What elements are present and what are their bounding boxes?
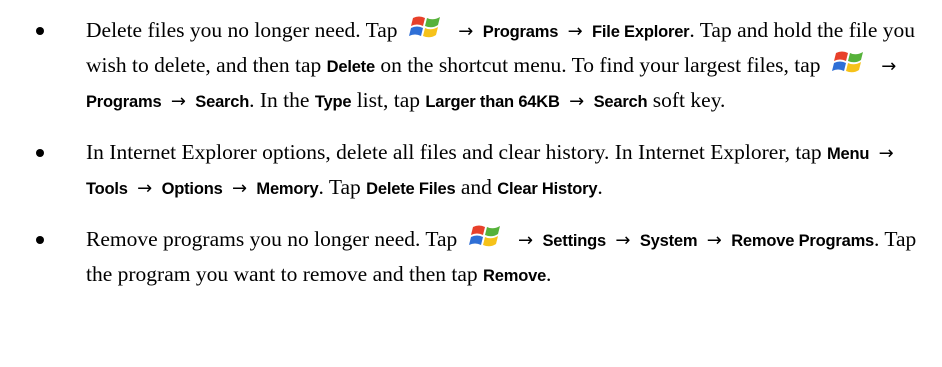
ui-term-remove-programs: Remove Programs bbox=[731, 232, 875, 250]
ui-term-file-explorer: File Explorer bbox=[592, 23, 690, 41]
ui-term-delete: Delete bbox=[326, 58, 376, 76]
bullet-item-internet-explorer: In Internet Explorer options, delete all… bbox=[0, 136, 942, 206]
ui-term-menu: Menu bbox=[827, 145, 870, 163]
ui-term-delete-files: Delete Files bbox=[366, 180, 456, 198]
ui-term-system: System bbox=[639, 232, 698, 250]
arrow-icon: → bbox=[458, 21, 474, 42]
arrow-icon: → bbox=[231, 178, 248, 199]
arrow-icon: → bbox=[567, 21, 583, 42]
text-segment: soft key. bbox=[652, 88, 726, 112]
arrow-icon: → bbox=[170, 91, 186, 112]
windows-start-logo-icon bbox=[468, 223, 505, 249]
text-segment: . Tap bbox=[318, 175, 361, 199]
ui-term-remove: Remove bbox=[483, 267, 547, 285]
text-segment: Remove programs you no longer need. Tap bbox=[86, 227, 458, 251]
text-segment: In Internet Explorer options, delete all… bbox=[86, 140, 822, 164]
bullet-item-delete-files: Delete files you no longer need. Tap → P… bbox=[0, 14, 942, 119]
text-segment: and bbox=[460, 175, 492, 199]
arrow-icon: → bbox=[706, 230, 722, 251]
bullet-item-remove-programs: Remove programs you no longer need. Tap … bbox=[0, 223, 942, 293]
arrow-icon: → bbox=[518, 230, 534, 251]
arrow-icon: → bbox=[878, 143, 894, 164]
ui-term-clear-history: Clear History bbox=[497, 180, 598, 198]
text-segment: Delete files you no longer need. Tap bbox=[86, 18, 398, 42]
ui-term-larger-than-64kb: Larger than 64KB bbox=[425, 93, 560, 111]
bullet-dot bbox=[36, 236, 44, 244]
bullet-dot bbox=[36, 149, 44, 157]
arrow-icon: → bbox=[615, 230, 631, 251]
text-segment: . In the bbox=[249, 88, 310, 112]
ui-term-search: Search bbox=[195, 93, 250, 111]
ui-term-programs: Programs bbox=[86, 93, 162, 111]
arrow-icon: → bbox=[881, 56, 897, 77]
ui-term-programs: Programs bbox=[482, 23, 559, 41]
windows-start-logo-icon bbox=[408, 14, 445, 40]
ui-term-settings: Settings bbox=[542, 232, 607, 250]
bullet-dot bbox=[36, 27, 44, 35]
windows-start-logo-icon bbox=[831, 49, 868, 75]
text-segment: . bbox=[546, 262, 552, 286]
arrow-icon: → bbox=[137, 178, 153, 199]
ui-term-type: Type bbox=[314, 93, 352, 111]
ui-term-memory: Memory bbox=[256, 180, 319, 198]
arrow-icon: → bbox=[569, 91, 585, 112]
document-body: Delete files you no longer need. Tap → P… bbox=[0, 0, 942, 367]
ui-term-options: Options bbox=[161, 180, 223, 198]
text-segment: list, tap bbox=[356, 88, 420, 112]
text-segment: on the shortcut menu. To find your large… bbox=[380, 53, 821, 77]
text-segment: . bbox=[597, 175, 603, 199]
ui-term-tools: Tools bbox=[86, 180, 128, 198]
ui-term-search-soft-key: Search bbox=[593, 93, 648, 111]
